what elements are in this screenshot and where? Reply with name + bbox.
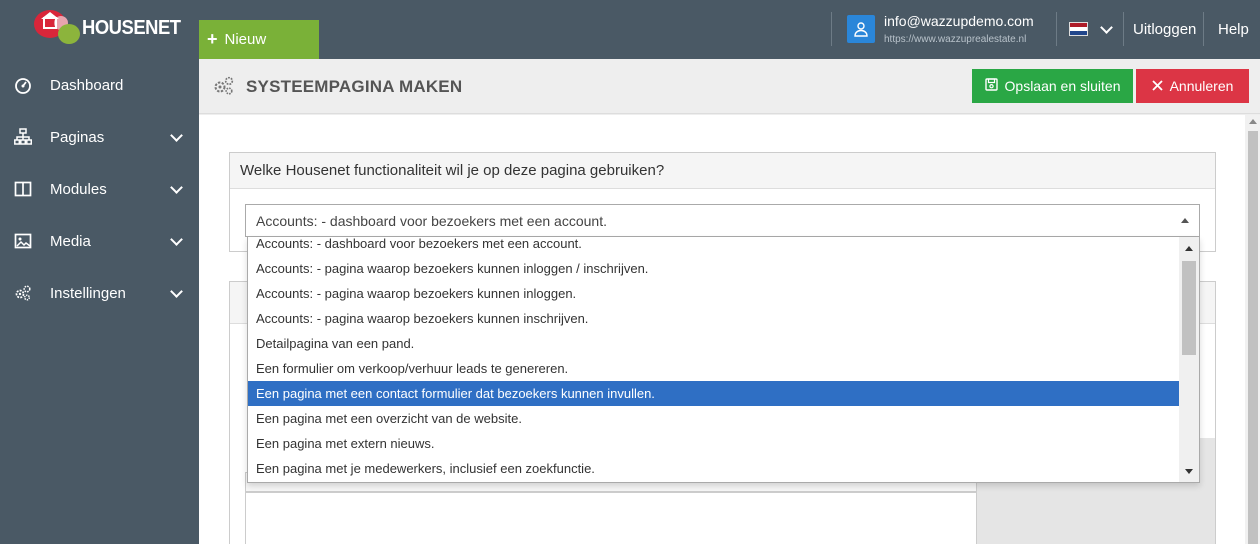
sidebar-item-media[interactable]: Media [0,215,199,267]
close-icon [1151,78,1163,94]
sidebar-item-dashboard[interactable]: Dashboard [0,59,199,111]
dropdown-option[interactable]: Accounts: - dashboard voor bezoekers met… [248,237,1180,256]
save-icon [984,78,998,94]
dropdown-option[interactable]: Een formulier om verkoop/verhuur leads t… [248,356,1180,381]
help-link[interactable]: Help [1218,21,1249,38]
editor-area[interactable] [245,492,977,544]
divider [831,12,832,46]
save-and-close-button[interactable]: Opslaan en sluiten [972,69,1133,103]
chevron-down-icon [170,181,183,194]
save-button-label: Opslaan en sluiten [1004,78,1121,94]
functionality-select[interactable]: Accounts: - dashboard voor bezoekers met… [245,204,1200,237]
chevron-down-icon [170,233,183,246]
gears-icon [14,284,32,302]
cancel-button-label: Annuleren [1169,78,1234,94]
dropdown-option[interactable]: Een pagina met extern nieuws. [248,431,1180,456]
dropdown-option[interactable]: Accounts: - pagina waarop bezoekers kunn… [248,281,1180,306]
columns-icon [14,180,32,198]
select-value: Accounts: - dashboard voor bezoekers met… [256,213,607,229]
cancel-button[interactable]: Annuleren [1136,69,1249,103]
scroll-down-icon[interactable] [1185,469,1193,474]
page-title: SYSTEEMPAGINA MAKEN [246,77,463,96]
functionality-dropdown: Accounts: - dashboard voor bezoekers met… [247,237,1200,483]
dropdown-option[interactable]: Een pagina met je medewerkers, inclusief… [248,456,1180,481]
housenet-logo-mark [34,8,84,48]
sitemap-icon [14,128,32,146]
dropdown-option-highlighted[interactable]: Een pagina met een contact formulier dat… [248,381,1180,406]
sidebar-item-label: Modules [50,180,107,198]
sidebar-nav: Dashboard Paginas Modules Media Instelli… [0,59,199,319]
chevron-down-icon [170,285,183,298]
housenet-logo[interactable]: HOUSENET [34,8,181,48]
chevron-down-icon[interactable] [1100,21,1113,34]
page-scrollbar[interactable] [1245,115,1260,544]
sidebar-item-modules[interactable]: Modules [0,163,199,215]
dropdown-option[interactable]: Een pagina met een overzicht van de webs… [248,406,1180,431]
logout-link[interactable]: Uitloggen [1133,21,1196,38]
scroll-up-icon[interactable] [1249,119,1257,124]
user-email[interactable]: info@wazzupdemo.com [884,13,1034,29]
divider [1203,12,1204,46]
divider [1123,12,1124,46]
scroll-up-icon[interactable] [1185,246,1193,251]
sidebar-item-instellingen[interactable]: Instellingen [0,267,199,319]
new-button-label: Nieuw [224,31,267,48]
image-icon [14,232,32,250]
panel-heading: Welke Housenet functionaliteit wil je op… [230,153,1215,189]
sidebar-item-label: Dashboard [50,76,124,94]
dropdown-option[interactable]: Detailpagina van een pand. [248,331,1180,356]
caret-up-icon [1181,218,1189,223]
dropdown-option[interactable]: Accounts: - pagina waarop bezoekers kunn… [248,256,1180,281]
sidebar-item-label: Instellingen [50,284,126,302]
chevron-down-icon [170,129,183,142]
topbar: + Nieuw info@wazzupdemo.com https://www.… [199,0,1260,59]
dashboard-icon [14,76,32,94]
divider [1056,12,1057,46]
new-button[interactable]: + Nieuw [199,20,319,59]
page-header: SYSTEEMPAGINA MAKEN Opslaan en sluiten A… [199,59,1260,114]
sidebar-item-label: Media [50,232,91,250]
dropdown-scrollbar[interactable] [1179,237,1199,482]
sidebar: HOUSENET Dashboard Paginas Modules Media… [0,0,199,544]
sidebar-item-paginas[interactable]: Paginas [0,111,199,163]
nl-flag-icon[interactable] [1069,22,1088,36]
brand-name: HOUSENET [82,17,181,39]
user-icon[interactable] [847,15,875,43]
scrollbar-thumb[interactable] [1248,131,1258,544]
user-site[interactable]: https://www.wazzuprealestate.nl [884,34,1026,45]
sidebar-item-label: Paginas [50,128,105,146]
dropdown-option[interactable]: Accounts: - pagina waarop bezoekers kunn… [248,306,1180,331]
dropdown-list: Accounts: - dashboard voor bezoekers met… [248,237,1180,481]
scrollbar-thumb[interactable] [1182,261,1196,355]
plus-icon: + [207,29,218,49]
gears-icon [213,76,235,99]
